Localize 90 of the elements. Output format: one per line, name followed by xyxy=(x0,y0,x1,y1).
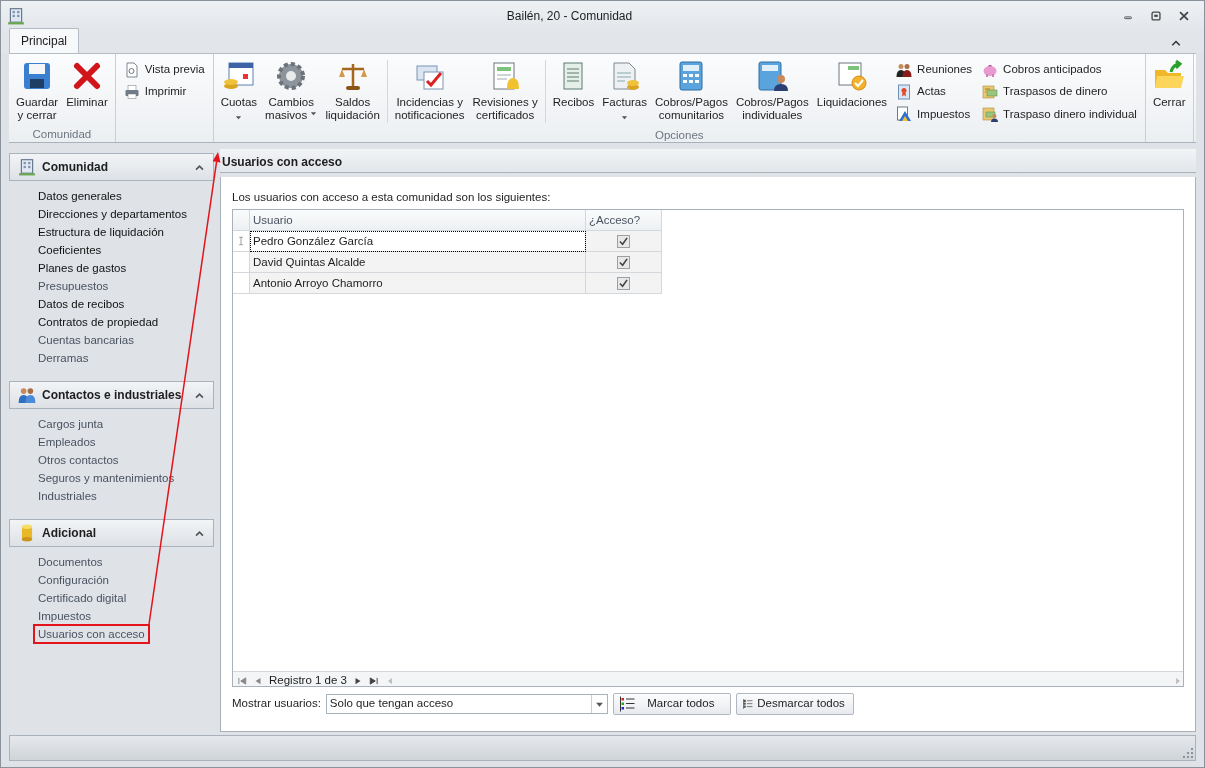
people-icon xyxy=(896,61,913,78)
document-magnifier-icon xyxy=(123,61,140,78)
ribbon-button[interactable]: Cobros/Pagos individuales xyxy=(731,58,813,124)
table-cell: Antonio Arroyo Chamorro xyxy=(250,273,586,295)
window-title: Bailén, 20 - Comunidad xyxy=(505,8,634,25)
section-title: Comunidad xyxy=(42,159,108,176)
ribbon-button[interactable]: Traspaso dinero individual xyxy=(980,104,1139,124)
sidebar-link[interactable]: Contratos de propiedad xyxy=(34,313,163,331)
table-cell: Pedro González García xyxy=(250,231,586,253)
ribbon-button[interactable]: Saldos liquidación xyxy=(321,58,384,124)
sidebar-link[interactable]: Configuración xyxy=(34,571,113,589)
ribbon-button[interactable]: Cobros/Pagos comunitarios xyxy=(651,58,732,124)
certificate-seal-icon xyxy=(835,60,868,92)
filter-label: Mostrar usuarios: xyxy=(232,696,321,712)
last-record-icon[interactable] xyxy=(369,675,379,686)
sidebar-link[interactable]: Documentos xyxy=(34,553,107,571)
record-counter: Registro 1 de 3 xyxy=(269,673,347,688)
sidebar-link[interactable]: Impuestos xyxy=(34,607,96,625)
calculator-person-icon xyxy=(756,60,789,92)
panel-title: Usuarios con acceso xyxy=(220,149,1196,173)
restore-icon[interactable] xyxy=(1149,9,1163,23)
ribbon-button[interactable]: Eliminar xyxy=(62,58,112,111)
section-header[interactable]: Contactos e industriales xyxy=(9,381,214,409)
ribbon-button[interactable]: Reuniones xyxy=(894,60,975,80)
sidebar-link[interactable]: Presupuestos xyxy=(34,277,113,295)
sidebar-link[interactable]: Otros contactos xyxy=(34,451,123,469)
calendar-coins-icon xyxy=(222,60,255,92)
checkbox[interactable] xyxy=(617,276,630,290)
group-label: Opciones xyxy=(653,128,705,143)
intro-text: Los usuarios con acceso a esta comunidad son los siguientes: xyxy=(232,190,552,205)
sidebar-link[interactable]: Industriales xyxy=(34,487,101,505)
ribbon-button[interactable]: Traspasos de dinero xyxy=(980,82,1139,102)
ribbon-button[interactable]: Incidencias y notificaciones xyxy=(390,58,469,124)
sidebar-link[interactable]: Cargos junta xyxy=(34,415,108,433)
caret-icon[interactable] xyxy=(310,110,318,118)
document-ribbon-icon xyxy=(896,83,913,100)
action-button[interactable]: Desmarcar todos xyxy=(735,693,854,715)
sidebar-link[interactable]: Usuarios con acceso xyxy=(34,625,149,643)
ribbon-button[interactable]: Cuotas xyxy=(216,58,262,127)
ribbon-button[interactable]: Actas xyxy=(894,82,975,102)
section-title: Contactos e industriales xyxy=(42,387,182,404)
sidebar-link[interactable]: Coeficientes xyxy=(34,241,106,259)
group-label: Comunidad xyxy=(31,127,93,142)
caret-icon[interactable] xyxy=(235,114,243,121)
ribbon-button[interactable]: Guardar y cerrar xyxy=(12,58,63,124)
gear-icon xyxy=(275,60,308,92)
building-icon xyxy=(7,7,25,25)
caret-icon[interactable] xyxy=(621,114,629,121)
people-icon xyxy=(18,386,36,404)
sidebar-link[interactable]: Derramas xyxy=(34,349,93,367)
resize-grip-icon[interactable] xyxy=(1183,748,1193,758)
checklist-icon xyxy=(619,696,636,712)
money-transfer-icon xyxy=(982,83,999,100)
checkbox[interactable] xyxy=(617,255,630,269)
ribbon-button[interactable]: Revisiones y certificados xyxy=(468,58,542,124)
close-icon[interactable] xyxy=(1177,9,1191,23)
ribbon-button[interactable]: Cerrar xyxy=(1148,58,1190,111)
checklist-icon xyxy=(742,696,754,712)
sidebar-link[interactable]: Estructura de liquidación xyxy=(34,223,168,241)
sidebar-link[interactable]: Empleados xyxy=(34,433,100,451)
action-button[interactable]: Marcar todos xyxy=(612,693,731,715)
sidebar-link[interactable]: Datos de recibos xyxy=(34,295,129,313)
sidebar-link[interactable]: Planes de gastos xyxy=(34,259,131,277)
sidebar-link[interactable]: Datos generales xyxy=(34,187,126,205)
filter-dropdown[interactable]: Solo que tengan acceso xyxy=(325,694,608,714)
money-transfer-person-icon xyxy=(982,106,999,123)
ribbon-button[interactable]: Facturas xyxy=(598,58,651,127)
sidebar-link[interactable]: Certificado digital xyxy=(34,589,131,607)
printer-icon xyxy=(123,83,140,100)
ribbon-button[interactable]: Imprimir xyxy=(121,82,207,102)
building-icon xyxy=(18,158,36,176)
ribbon-button[interactable]: Liquidaciones xyxy=(812,58,892,111)
ribbon-button[interactable]: Cobros anticipados xyxy=(980,60,1139,80)
section-header[interactable]: Adicional xyxy=(9,519,214,547)
ribbon-tab[interactable]: Principal xyxy=(9,28,80,53)
section-title: Adicional xyxy=(42,525,96,542)
section-header[interactable]: Comunidad xyxy=(9,153,214,181)
sidebar-link[interactable]: Cuentas bancarias xyxy=(34,331,138,349)
table-cell: David Quintas Alcalde xyxy=(250,252,586,274)
previous-record-icon[interactable] xyxy=(253,675,263,686)
document-chart-icon xyxy=(896,106,913,123)
sidebar-link[interactable]: Direcciones y departamentos xyxy=(34,205,191,223)
ribbon-button[interactable]: Recibos xyxy=(548,58,599,111)
ribbon-button[interactable]: Vista previa xyxy=(121,60,207,80)
ribbon-button[interactable]: Impuestos xyxy=(894,104,975,124)
column-header[interactable]: Usuario xyxy=(250,210,586,232)
checkbox[interactable] xyxy=(617,234,630,248)
column-header[interactable]: ¿Acceso? xyxy=(586,210,662,232)
ribbon-button[interactable]: Cambios masivos xyxy=(261,58,322,124)
first-record-icon[interactable] xyxy=(237,675,247,686)
